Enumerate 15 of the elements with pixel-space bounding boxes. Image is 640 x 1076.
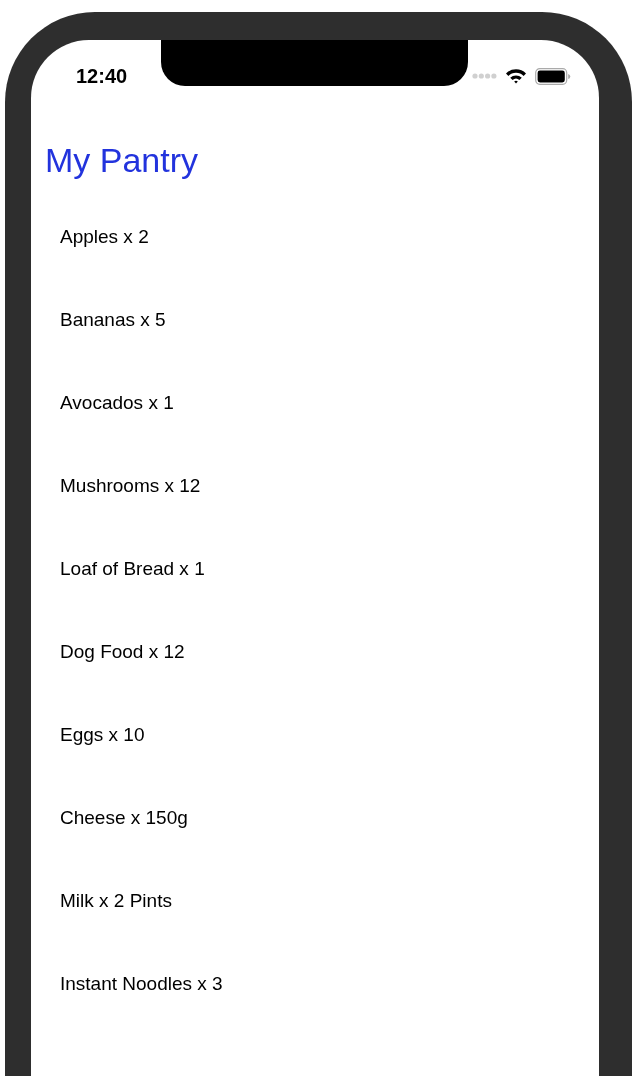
list-item[interactable]: Loaf of Bread x 1 (60, 555, 205, 584)
list-item[interactable]: Milk x 2 Pints (60, 887, 172, 916)
battery-icon (535, 67, 571, 85)
list-item[interactable]: Instant Noodles x 3 (60, 970, 223, 999)
list-item[interactable]: Mushrooms x 12 (60, 472, 201, 501)
list-item[interactable]: Eggs x 10 (60, 721, 145, 750)
status-time: 12:40 (76, 64, 128, 89)
list-item[interactable]: Apples x 2 (60, 223, 149, 252)
list-item[interactable]: Avocados x 1 (60, 389, 174, 418)
list-item[interactable]: Cheese x 150g (60, 804, 188, 833)
signal-icon (472, 73, 497, 79)
page-title: My Pantry (45, 140, 200, 181)
wifi-icon (505, 68, 527, 84)
list-item[interactable]: Dog Food x 12 (60, 638, 185, 667)
list-item[interactable]: Bananas x 5 (60, 306, 166, 335)
